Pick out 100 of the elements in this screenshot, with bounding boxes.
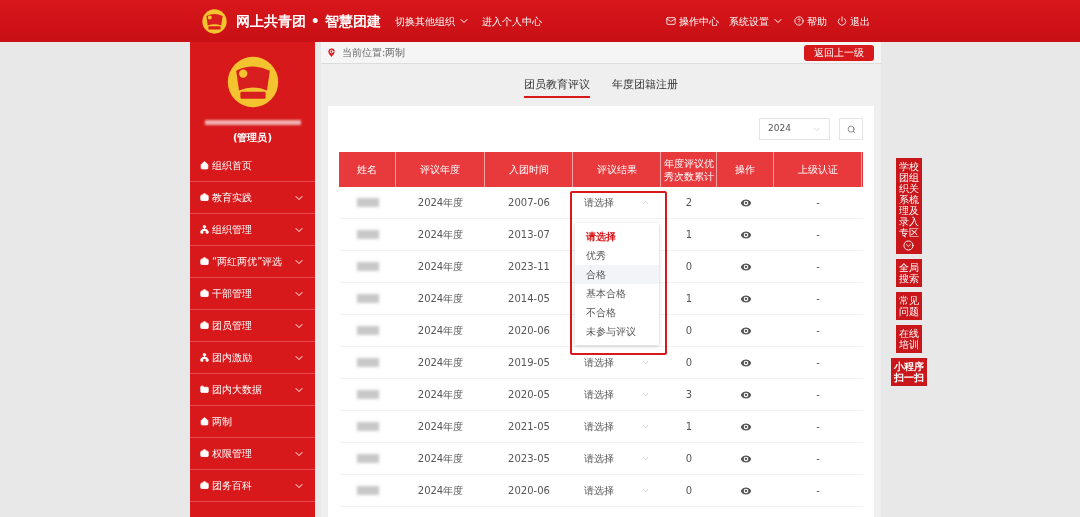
chevron-down-icon (641, 486, 650, 495)
table-cell-text: - (815, 484, 821, 498)
header-link[interactable]: 系统设置 (729, 13, 784, 29)
sidebar-item[interactable]: 教育实践 (190, 182, 315, 214)
table-cell-text: 0 (684, 260, 694, 274)
result-select[interactable]: 请选择 (584, 419, 650, 434)
user-role: (管理员) (232, 131, 273, 145)
mail-icon (666, 16, 676, 26)
table-cell-text: 2024年度 (416, 260, 465, 274)
sidebar-item[interactable]: 团员管理 (190, 310, 315, 342)
table-cell-text: 2013-07 (507, 228, 551, 242)
tab[interactable]: 年度团籍注册 (612, 71, 678, 99)
table-cell-text: 2020-06 (507, 484, 551, 498)
chevron-down-icon (641, 390, 650, 399)
dropdown-option[interactable]: 不合格 (575, 303, 659, 322)
table-cell-text: 2021-05 (507, 420, 551, 434)
table-cell-text: 2007-06 (507, 196, 551, 210)
site-title: 网上共青团 • 智慧团建 (236, 11, 381, 31)
result-select[interactable]: 请选择 (584, 355, 650, 370)
chevron-down-icon (641, 422, 650, 431)
column-header: 评议结果 (573, 152, 661, 187)
menu-icon (200, 193, 209, 202)
sidebar-item[interactable]: 权限管理 (190, 438, 315, 470)
sidebar-item[interactable]: 团内激励 (190, 342, 315, 374)
header-link[interactable]: 操作中心 (666, 13, 719, 29)
table-cell-text: 1 (684, 228, 694, 242)
year-select[interactable]: 2024 (759, 118, 830, 140)
sidebar-item[interactable]: 团务百科 (190, 470, 315, 502)
table-cell-text: - (815, 196, 821, 210)
sidebar-item[interactable]: 团内大数据 (190, 374, 315, 406)
table-cell-text: 2023-05 (507, 452, 551, 466)
table-cell-text: 1 (684, 292, 694, 306)
breadcrumb: 当前位置:两制 (342, 46, 406, 60)
blurred-name (356, 230, 379, 239)
nav-link[interactable]: 进入个人中心 (481, 13, 542, 29)
search-icon (846, 124, 856, 134)
menu-icon (200, 321, 209, 330)
table-cell-text: - (815, 356, 821, 370)
chevron-up-icon (641, 198, 650, 207)
search-button[interactable] (839, 118, 863, 140)
table-cell-text: 2024年度 (416, 324, 465, 338)
column-header: 姓名 (339, 152, 396, 187)
side-shortcut[interactable]: 学校团组织关系梳理及录入专区 (895, 158, 922, 254)
sidebar-item[interactable]: 组织首页 (190, 150, 315, 182)
header-link[interactable]: 退出 (837, 13, 870, 29)
table-cell-text: - (815, 292, 821, 306)
location-pin-icon (326, 47, 337, 58)
blurred-name (356, 422, 379, 431)
side-shortcut[interactable]: 在线培训 (895, 325, 922, 353)
logo-icon (201, 7, 228, 35)
column-header: 操作 (717, 152, 774, 187)
table-cell-text: 2024年度 (416, 196, 465, 210)
column-header: 评议年度 (396, 152, 485, 187)
result-select[interactable]: 请选择 (584, 483, 650, 498)
sidebar-item[interactable]: 两制 (190, 406, 315, 438)
table-cell-text: 0 (684, 452, 694, 466)
side-shortcut[interactable]: 常见问题 (895, 292, 922, 320)
table-cell-text: - (815, 452, 821, 466)
header-link[interactable]: 帮助 (794, 13, 827, 29)
table-cell-text: - (815, 388, 821, 402)
result-select[interactable]: 请选择 (584, 451, 650, 466)
table-cell-text: 2024年度 (416, 484, 465, 498)
blurred-name (356, 454, 379, 463)
table-cell-text: 0 (684, 356, 694, 370)
sidebar-item[interactable]: “两红两优”评选 (190, 246, 315, 278)
blurred-name (356, 486, 379, 495)
menu-icon (200, 289, 209, 298)
result-select[interactable]: 请选择 (584, 387, 650, 402)
table-cell-text: 3 (684, 388, 694, 402)
blurred-name (356, 390, 379, 399)
table-cell-text: 2020-05 (507, 388, 551, 402)
table-cell-text: 0 (684, 484, 694, 498)
table-cell-text: 2024年度 (416, 292, 465, 306)
dropdown-option[interactable]: 优秀 (575, 246, 659, 265)
dropdown-option[interactable]: 请选择 (575, 227, 659, 246)
menu-icon (200, 417, 209, 426)
side-shortcut[interactable]: 全局搜索 (895, 259, 922, 287)
blurred-name (356, 262, 379, 271)
table-cell-text: 2024年度 (416, 356, 465, 370)
table-cell-text: 0 (684, 324, 694, 338)
blurred-name (356, 294, 379, 303)
table-cell-text: 2024年度 (416, 420, 465, 434)
blurred-name (356, 326, 379, 335)
sidebar-item[interactable]: 干部管理 (190, 278, 315, 310)
result-select[interactable]: 请选择 (584, 195, 650, 210)
dropdown-option[interactable]: 基本合格 (575, 284, 659, 303)
side-shortcut[interactable]: 小程序扫一扫 (890, 358, 927, 386)
table-cell-text: - (815, 420, 821, 434)
sidebar-item[interactable]: 组织管理 (190, 214, 315, 246)
blurred-name (356, 198, 379, 207)
back-button[interactable]: 返回上一级 (804, 44, 874, 61)
nav-link[interactable]: 切换其他组织 (394, 13, 470, 29)
table-cell-text: 1 (684, 420, 694, 434)
menu-icon (200, 353, 209, 362)
tab[interactable]: 团员教育评议 (524, 71, 590, 99)
dropdown-option[interactable]: 未参与评议 (575, 322, 659, 341)
column-header: 年度评议优秀次数累计 (661, 152, 717, 187)
dropdown-option[interactable]: 合格 (575, 265, 659, 284)
table-cell-text: 2024年度 (416, 388, 465, 402)
menu-icon (200, 161, 209, 170)
